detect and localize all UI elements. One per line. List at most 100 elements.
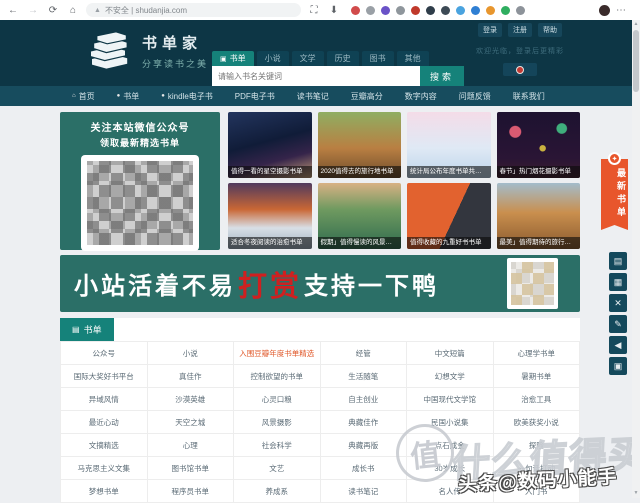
booklist-cell[interactable]: 马克思主义文集 — [61, 457, 148, 480]
nav-item[interactable]: ●书单 — [107, 86, 150, 106]
extension-icon[interactable] — [396, 6, 405, 15]
booklist-cell[interactable]: 30岁成长 — [407, 457, 494, 480]
booklist-cell[interactable]: 小说 — [147, 342, 234, 365]
search-tab[interactable]: ▣书单 — [212, 51, 254, 66]
back-icon[interactable]: ← — [6, 5, 20, 16]
featured-card[interactable]: 适合冬夜阅读的治愈书单 — [228, 183, 312, 249]
fullscreen-icon[interactable]: ⛶ — [307, 5, 321, 16]
register-link[interactable]: 注册 — [508, 23, 532, 37]
booklist-cell[interactable]: 最近心动 — [61, 411, 148, 434]
booklist-cell[interactable]: 中国现代文学馆 — [407, 388, 494, 411]
nav-item[interactable]: 联系我们 — [503, 86, 555, 106]
booklist-cell[interactable]: 成长书 — [320, 457, 407, 480]
extension-icon[interactable] — [516, 6, 525, 15]
extension-icon[interactable] — [426, 6, 435, 15]
extension-icon[interactable] — [486, 6, 495, 15]
booklist-cell[interactable]: 天空之城 — [147, 411, 234, 434]
scroll-down-icon[interactable]: ▼ — [632, 489, 640, 498]
booklist-cell[interactable]: 国际大奖好书平台 — [61, 365, 148, 388]
booklist-cell[interactable]: 社会科学 — [234, 434, 321, 457]
extension-icon[interactable] — [441, 6, 450, 15]
booklist-cell[interactable]: 中文短篇 — [407, 342, 494, 365]
extension-icon[interactable] — [351, 6, 360, 15]
share-button[interactable]: ◀ — [609, 336, 627, 354]
booklist-cell[interactable]: 名人传 — [407, 480, 494, 503]
booklist-cell[interactable]: 幻想文学 — [407, 365, 494, 388]
wechat-promo-panel[interactable]: 关注本站微信公众号 领取最新精选书单 — [60, 112, 220, 250]
search-tab[interactable]: 其他 — [397, 51, 429, 66]
search-tab[interactable]: 文学 — [292, 51, 324, 66]
refresh-icon[interactable]: ⟳ — [46, 5, 60, 16]
booklist-cell[interactable]: 风景摄影 — [234, 411, 321, 434]
featured-card[interactable]: 统计局公布年度书单共几本 — [407, 112, 491, 178]
booklist-cell[interactable]: 文摘精选 — [61, 434, 148, 457]
search-tab[interactable]: 小说 — [257, 51, 289, 66]
booklist-cell[interactable]: 探险 — [493, 434, 580, 457]
booklist-cell[interactable]: 公众号 — [61, 342, 148, 365]
nav-item[interactable]: ⌂首页 — [62, 86, 105, 106]
search-button[interactable]: 搜索 — [420, 66, 464, 86]
nav-item[interactable]: PDF电子书 — [225, 86, 285, 106]
qrcode-button[interactable]: ▤ — [609, 252, 627, 270]
search-tab[interactable]: 图书 — [362, 51, 394, 66]
booklist-cell[interactable]: 暑期书单 — [493, 365, 580, 388]
user-avatar[interactable] — [503, 63, 537, 76]
wechat-button[interactable]: ▦ — [609, 273, 627, 291]
home-icon[interactable]: ⌂ — [66, 5, 80, 16]
booklist-cell[interactable]: 梦想书单 — [61, 480, 148, 503]
featured-card[interactable]: 值得收藏的九重好书书单 — [407, 183, 491, 249]
booklist-cell[interactable]: 心理 — [147, 434, 234, 457]
scrollbar-thumb[interactable] — [633, 30, 639, 92]
booklist-cell[interactable]: 图书馆书单 — [147, 457, 234, 480]
nav-item[interactable]: 数字内容 — [395, 86, 447, 106]
booklist-cell[interactable]: 入围豆瓣年度书单精选 — [234, 342, 321, 365]
search-input[interactable] — [212, 66, 420, 86]
nav-item[interactable]: 问题反馈 — [449, 86, 501, 106]
featured-card[interactable]: 最美」值得期待的旅行文学书单 了 — [497, 183, 581, 249]
booklist-cell[interactable]: 养成系 — [234, 480, 321, 503]
booklist-cell[interactable]: 自主创业 — [320, 388, 407, 411]
nav-item[interactable]: 读书笔记 — [287, 86, 339, 106]
booklist-cell[interactable]: 程序员书单 — [147, 480, 234, 503]
extension-icon[interactable] — [381, 6, 390, 15]
booklist-cell[interactable]: 点石成金 — [407, 434, 494, 457]
booklist-cell[interactable]: 真佳作 — [147, 365, 234, 388]
nav-item[interactable]: 豆瓣高分 — [341, 86, 393, 106]
booklist-cell[interactable]: 文艺 — [234, 457, 321, 480]
help-link[interactable]: 帮助 — [538, 23, 562, 37]
booklist-cell[interactable]: 控制欲望的书单 — [234, 365, 321, 388]
booklist-cell[interactable]: 典藏再版 — [320, 434, 407, 457]
scroll-up-icon[interactable]: ▲ — [632, 20, 640, 29]
featured-card[interactable]: 2020值得去的旅行地书单 — [318, 112, 402, 178]
extension-icon[interactable] — [471, 6, 480, 15]
browser-menu-icon[interactable]: ⋯ — [616, 5, 626, 16]
page-scrollbar[interactable]: ▲ ▼ — [632, 20, 640, 498]
download-icon[interactable]: ⬇ — [327, 5, 341, 16]
edit-button[interactable]: ✎ — [609, 315, 627, 333]
address-bar[interactable]: ▲ 不安全 | shudanjia.com — [86, 3, 301, 17]
booklist-tab[interactable]: ▤ 书单 — [60, 318, 114, 341]
floating-ribbon[interactable]: ✦ 最新书单 — [601, 152, 628, 230]
booklist-cell[interactable]: 治愈工具 — [493, 388, 580, 411]
search-tab[interactable]: 历史 — [327, 51, 359, 66]
booklist-cell[interactable]: 沙漠英雄 — [147, 388, 234, 411]
booklist-cell[interactable]: 生活随笔 — [320, 365, 407, 388]
extension-icon[interactable] — [456, 6, 465, 15]
nav-item[interactable]: ●kindle电子书 — [151, 86, 223, 106]
booklist-cell[interactable]: 心灵口粮 — [234, 388, 321, 411]
browser-profile-avatar[interactable] — [599, 5, 610, 16]
booklist-cell[interactable]: 心理学书单 — [493, 342, 580, 365]
extension-icon[interactable] — [366, 6, 375, 15]
login-link[interactable]: 登录 — [478, 23, 502, 37]
booklist-cell[interactable]: 异域风情 — [61, 388, 148, 411]
close-button[interactable]: ✕ — [609, 294, 627, 312]
extension-icon[interactable] — [501, 6, 510, 15]
booklist-cell[interactable]: 欧美获奖小说 — [493, 411, 580, 434]
booklist-cell[interactable]: 经管 — [320, 342, 407, 365]
booklist-cell[interactable]: 入门书 — [493, 480, 580, 503]
featured-card[interactable]: 春节」热门烟花摄影书单 — [497, 112, 581, 178]
back-to-top-button[interactable]: ▣ — [609, 357, 627, 375]
booklist-cell[interactable]: 读书笔记 — [320, 480, 407, 503]
featured-card[interactable]: 假期」值得慢读的风景书单 — [318, 183, 402, 249]
booklist-cell[interactable]: 典藏佳作 — [320, 411, 407, 434]
